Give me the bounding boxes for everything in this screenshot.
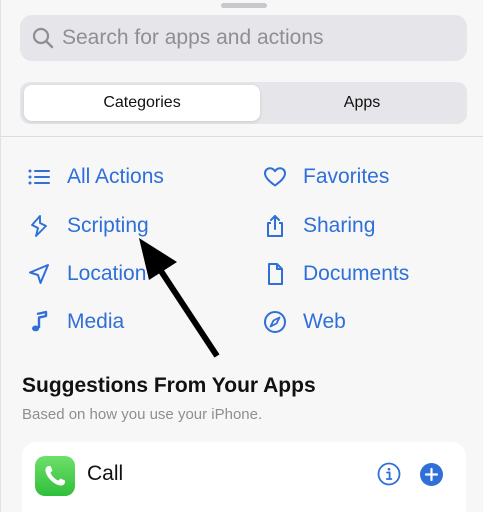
category-label: Scripting: [67, 214, 149, 237]
document-icon: [263, 262, 287, 286]
category-label: Sharing: [303, 214, 376, 237]
category-documents[interactable]: Documents: [263, 257, 409, 291]
actions-sheet: Search for apps and actions Categories A…: [0, 0, 483, 512]
category-sharing[interactable]: Sharing: [263, 209, 375, 243]
search-bar[interactable]: Search for apps and actions: [20, 15, 467, 61]
music-note-icon: [27, 310, 51, 334]
category-label: Media: [67, 310, 125, 333]
category-label: Documents: [303, 262, 410, 285]
category-all-actions[interactable]: All Actions: [27, 160, 164, 194]
heart-icon: [263, 165, 287, 189]
suggestion-label[interactable]: Call: [87, 462, 123, 486]
category-label: All Actions: [67, 165, 164, 188]
location-arrow-icon: [27, 262, 51, 286]
divider: [1, 136, 483, 137]
sheet-grabber[interactable]: [221, 3, 267, 8]
category-scripting[interactable]: Scripting: [27, 209, 149, 243]
search-placeholder: Search for apps and actions: [62, 26, 324, 49]
search-icon: [32, 27, 54, 49]
suggestions-subtitle: Based on how you use your iPhone.: [22, 406, 263, 423]
suggestions-title: Suggestions From Your Apps: [22, 374, 316, 397]
category-favorites[interactable]: Favorites: [263, 160, 389, 194]
categories-apps-segmented-control: Categories Apps: [20, 82, 467, 124]
share-icon: [263, 214, 287, 238]
category-label: Location: [67, 262, 147, 285]
suggestion-card: Call: [22, 442, 466, 512]
category-media[interactable]: Media: [27, 305, 124, 339]
category-label: Favorites: [303, 165, 390, 188]
scripting-icon: [27, 214, 51, 238]
category-label: Web: [303, 310, 346, 333]
list-bullet-icon: [27, 165, 51, 189]
annotation-arrow: [139, 238, 220, 358]
category-web[interactable]: Web: [263, 305, 346, 339]
phone-app-icon: [35, 456, 75, 496]
info-icon[interactable]: [377, 462, 401, 486]
add-icon[interactable]: [420, 463, 443, 486]
tab-categories[interactable]: Categories: [24, 85, 260, 121]
tab-apps[interactable]: Apps: [260, 85, 464, 121]
compass-icon: [263, 310, 287, 334]
category-location[interactable]: Location: [27, 257, 146, 291]
